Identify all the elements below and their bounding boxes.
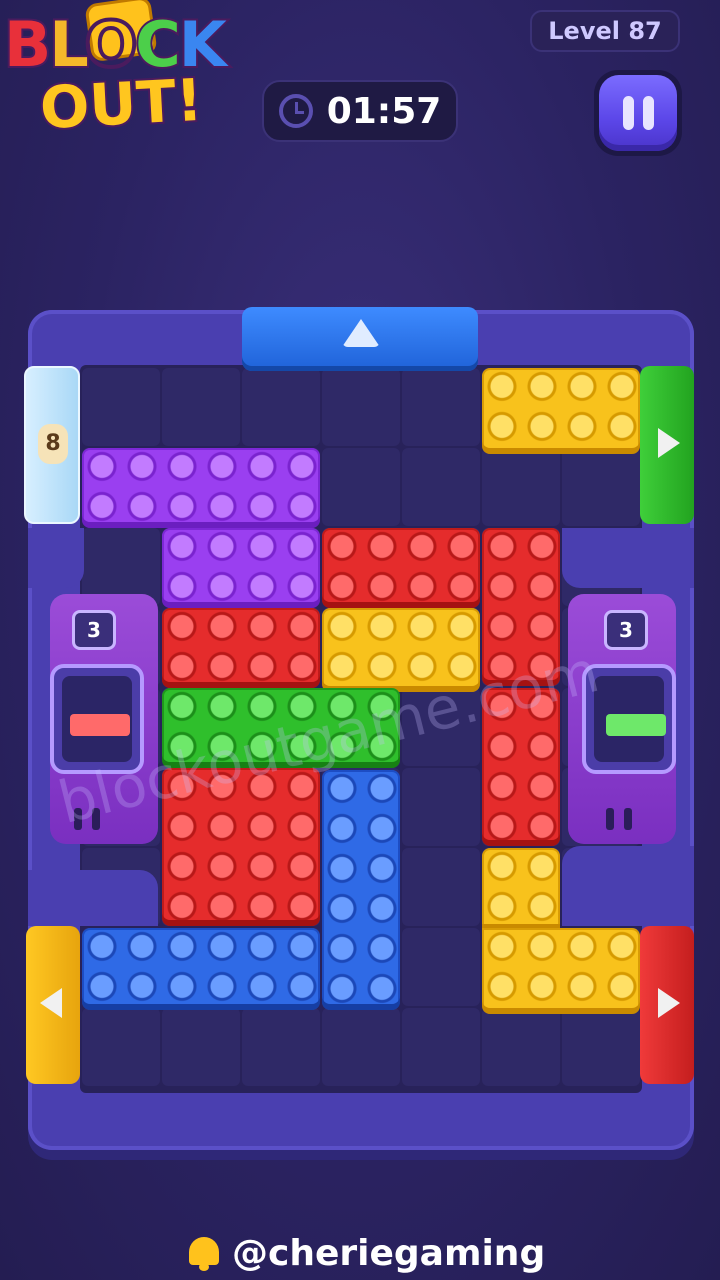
right-lower-notch [562,846,694,926]
ice-gate-count: 8 [38,424,68,464]
grid-cell [242,1008,320,1086]
clock-icon [278,94,313,128]
grid-cell [402,928,480,1006]
up-arrow-icon [342,319,380,347]
block-blue-horizontal[interactable] [82,928,320,1010]
block-purple-2x6[interactable] [82,448,320,528]
logo-subtitle: OUT! [36,64,206,144]
block-yellow-2x4[interactable] [482,368,640,454]
grid-cell [322,368,400,446]
handle-text: @cheriegaming [232,1232,546,1274]
grid-cell [402,1008,480,1086]
grid-cell [402,448,480,526]
grid-cell [562,1008,640,1086]
block-red-2x4-top[interactable] [322,528,480,608]
gate-left-yellow [26,926,80,1084]
grid-cell [322,1008,400,1086]
gate-right-green [640,366,694,524]
right-machine-brick [606,714,666,736]
block-yellow-L-stem[interactable] [482,848,560,930]
timer-value: 01:57 [326,90,442,132]
creator-handle: @cheriegaming [186,1228,566,1278]
block-blue-vertical[interactable] [322,770,400,1010]
grid-cell [162,1008,240,1086]
gate-top-blue [242,307,478,371]
bell-icon [186,1233,222,1273]
grid-cell [482,448,560,526]
block-purple-2x4[interactable] [162,528,320,608]
gate-left-ice: 8 [24,366,80,524]
grid-cell [162,368,240,446]
pause-icon [599,75,677,151]
left-notch [28,528,84,588]
timer: 01:57 [262,80,458,142]
grid-cell [402,768,480,846]
grid-cell [82,1008,160,1086]
grid-cell [482,1008,560,1086]
block-red-2x4-mid[interactable] [162,608,320,688]
game-logo: BLOCK OUT! [0,0,270,150]
level-badge: Level 87 [530,10,680,52]
pause-button[interactable] [594,70,682,156]
right-arrow-icon [658,428,680,458]
left-machine-brick [70,714,130,736]
left-arrow-icon [40,988,62,1018]
grid-cell [402,368,480,446]
grid-cell [562,448,640,526]
block-yellow-L-base[interactable] [482,928,640,1014]
grid-cell [82,368,160,446]
right-notch [562,528,694,588]
gate-right-red [640,926,694,1084]
left-lower-notch [28,870,158,926]
right-arrow-icon [658,988,680,1018]
grid-cell [322,448,400,526]
grid-cell [402,848,480,926]
left-machine-count: 3 [72,610,116,650]
grid-cell [242,368,320,446]
